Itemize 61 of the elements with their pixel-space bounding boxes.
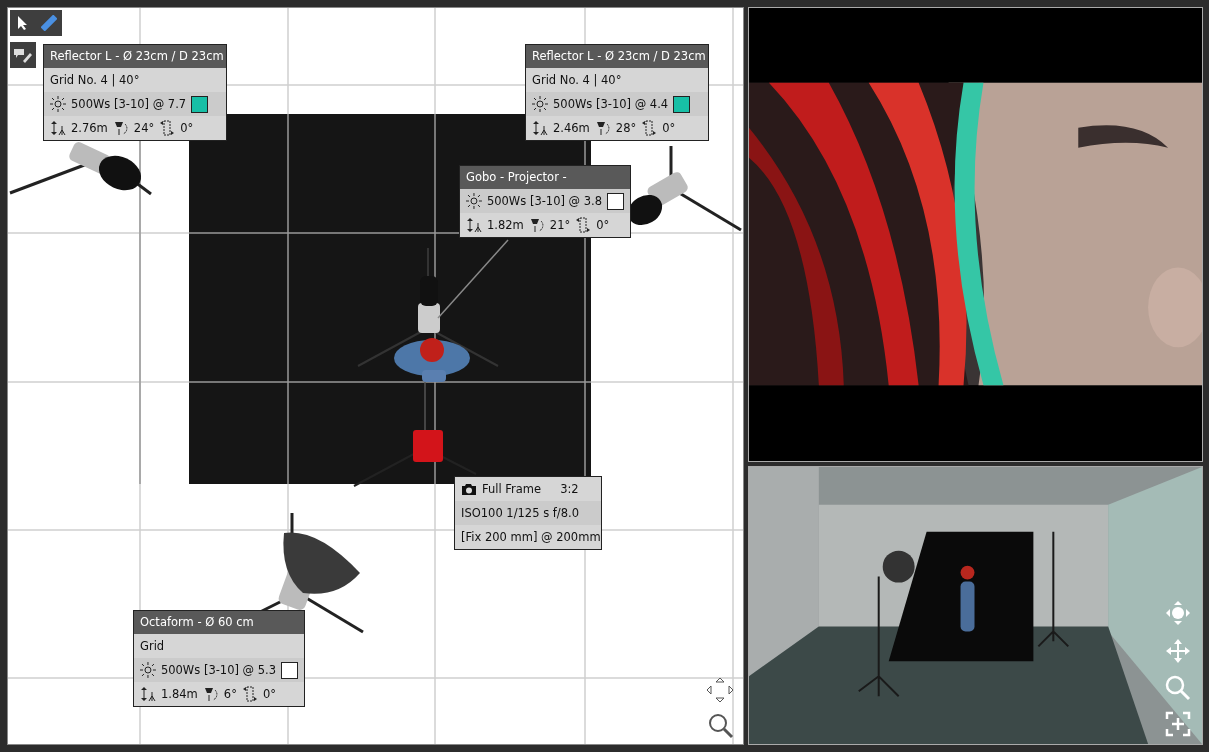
lens-setting: [Fix 200 mm] @ 200mm [460, 529, 601, 546]
search-icon[interactable] [708, 713, 734, 739]
light-info-panel[interactable]: Octaform - Ø 60 cm Grid 500Ws [3-10] @ 5.3 1.84m 6° 0° [133, 610, 305, 707]
height-value: 1.84m [161, 687, 198, 701]
modifier-label: Grid [139, 638, 166, 655]
annotate-button[interactable] [10, 42, 36, 68]
rotation-value: 0° [180, 121, 194, 135]
tilt-value: 6° [223, 687, 237, 701]
rotation-icon [159, 120, 176, 136]
camera-icon [461, 482, 477, 496]
light-color-swatch[interactable] [191, 95, 209, 113]
tilt-icon [112, 120, 129, 136]
light-title: Gobo - Projector - [460, 166, 630, 189]
speech-bubble-pencil-icon [13, 47, 33, 63]
sun-icon [140, 662, 156, 678]
light-title: Reflector L - Ø 23cm / D 23cm [526, 45, 708, 68]
sun-icon [532, 96, 548, 112]
power-setting: 500Ws [3-10] @ 4.4 [553, 97, 669, 111]
rotation-value: 0° [596, 218, 610, 232]
camera-info-panel[interactable]: Full Frame 3:2 ISO100 1/125 s f/8.0 [Fix 200 mm] @ 200mm [454, 476, 602, 550]
tilt-icon [528, 217, 545, 233]
tilt-value: 21° [549, 218, 571, 232]
move-icon[interactable] [706, 677, 734, 703]
light-info-panel[interactable]: Gobo - Projector - 500Ws [3-10] @ 3.8 1.82m 21° 0° [459, 165, 631, 238]
light-color-swatch[interactable] [607, 192, 624, 210]
rotation-icon [641, 120, 658, 136]
pointer-icon [16, 15, 30, 31]
modifier-label: Grid No. 4 | 40° [531, 72, 623, 89]
light-title: Octaform - Ø 60 cm [134, 611, 304, 634]
tilt-icon [202, 686, 219, 702]
fit-view-icon[interactable] [1165, 711, 1191, 737]
height-value: 2.46m [553, 121, 590, 135]
height-icon [532, 120, 548, 136]
tilt-value: 28° [615, 121, 637, 135]
rotation-icon [575, 217, 592, 233]
light-title: Reflector L - Ø 23cm / D 23cm [44, 45, 226, 68]
sun-icon [466, 193, 482, 209]
sensor-label: Full Frame [482, 482, 542, 496]
rotation-icon [241, 686, 258, 702]
power-setting: 500Ws [3-10] @ 3.8 [486, 194, 603, 208]
tilt-value: 24° [133, 121, 155, 135]
height-icon [140, 686, 156, 702]
power-setting: 500Ws [3-10] @ 7.7 [71, 97, 187, 111]
sun-icon [50, 96, 66, 112]
aspect-ratio: 3:2 [560, 482, 579, 496]
tilt-icon [594, 120, 611, 136]
exposure-settings: ISO100 1/125 s f/8.0 [455, 501, 601, 525]
light-info-panel[interactable]: Reflector L - Ø 23cm / D 23cm Grid No. 4 | 40° 500Ws [3-10] @ 7.7 2.76m 24° 0° [43, 44, 227, 141]
height-value: 1.82m [487, 218, 524, 232]
height-icon [50, 120, 66, 136]
height-icon [466, 217, 482, 233]
rotation-value: 0° [662, 121, 676, 135]
ruler-icon [41, 15, 57, 31]
reflector-light-drawing[interactable] [9, 140, 152, 196]
modifier-label: Grid No. 4 | 40° [49, 72, 141, 89]
power-setting: 500Ws [3-10] @ 5.3 [160, 663, 277, 677]
light-info-panel[interactable]: Reflector L - Ø 23cm / D 23cm Grid No. 4 | 40° 500Ws [3-10] @ 4.4 2.46m 28° 0° [525, 44, 709, 141]
rotation-value: 0° [262, 687, 276, 701]
light-color-swatch[interactable] [281, 661, 298, 679]
height-value: 2.76m [71, 121, 108, 135]
light-color-swatch[interactable] [673, 95, 691, 113]
